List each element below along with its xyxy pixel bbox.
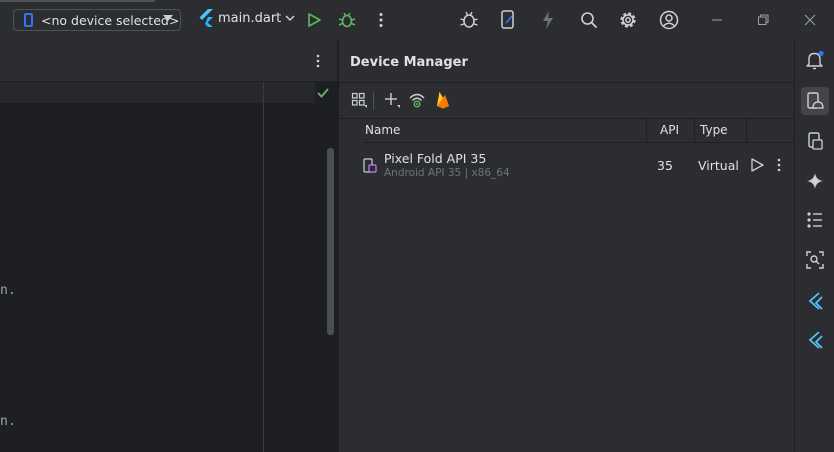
editor-scrollbar[interactable] <box>327 148 334 335</box>
device-type: Virtual <box>698 158 739 173</box>
device-mirror-icon <box>501 10 514 29</box>
account-button[interactable] <box>659 10 679 30</box>
restore-button[interactable] <box>753 10 773 30</box>
device-api-level: 35 <box>657 158 673 173</box>
structure-icon <box>807 212 822 228</box>
pair-wifi-button[interactable] <box>408 91 426 109</box>
debug-button[interactable] <box>337 10 357 30</box>
run-config-label: main.dart <box>218 10 282 26</box>
more-vert-icon[interactable] <box>773 157 785 173</box>
editor-content[interactable]: n. n. <box>0 82 337 452</box>
title-bar: <no device selected> main.dart <box>0 0 834 40</box>
device-selector-label: <no device selected> <box>41 12 180 28</box>
foldable-device-icon <box>363 158 377 173</box>
layout-inspector-tool-button[interactable] <box>804 249 826 271</box>
more-actions-button[interactable] <box>371 10 391 30</box>
device-selector[interactable]: <no device selected> <box>13 9 181 31</box>
device-table-header: Name API Type <box>363 118 794 143</box>
run-icon <box>308 13 321 27</box>
flutter-icon <box>199 9 213 27</box>
device-manager-toolbar <box>339 82 794 119</box>
minimize-icon <box>712 19 722 21</box>
group-by-button[interactable] <box>350 91 368 109</box>
column-separator[interactable] <box>746 118 747 142</box>
flutter-inspector-icon <box>808 292 823 310</box>
column-header-name[interactable]: Name <box>365 123 400 137</box>
firebase-test-lab-button[interactable] <box>434 91 452 109</box>
search-button[interactable] <box>579 10 599 30</box>
device-mirroring-button[interactable] <box>498 10 518 30</box>
notifications-button[interactable] <box>804 49 826 71</box>
start-device-icon[interactable] <box>749 157 765 173</box>
right-margin-guide <box>263 82 264 452</box>
flutter-outline-tool-button[interactable] <box>804 329 826 351</box>
device-details: Android API 35 | x86_64 <box>384 167 510 179</box>
bug-report-icon <box>460 11 478 28</box>
code-fragment: n. <box>0 283 16 298</box>
apply-changes-button[interactable] <box>538 10 558 30</box>
code-fragment: n. <box>0 414 16 429</box>
firebase-icon <box>437 92 449 109</box>
ai-sparkle-icon <box>807 173 823 189</box>
column-separator[interactable] <box>646 118 647 142</box>
close-button[interactable] <box>800 10 820 30</box>
column-header-type[interactable]: Type <box>700 123 728 137</box>
current-line-highlight <box>0 82 315 103</box>
flutter-inspector-tool-button[interactable] <box>804 290 826 312</box>
close-icon <box>804 14 816 26</box>
device-manager-panel: Device Manager Name API Type Pixel Fold … <box>339 40 794 452</box>
phone-icon <box>24 13 33 27</box>
restore-icon <box>758 14 769 25</box>
settings-icon <box>620 12 636 28</box>
wifi-pair-icon <box>409 93 425 108</box>
code-editor[interactable]: n. n. <box>0 40 337 452</box>
structure-tool-button[interactable] <box>804 209 826 231</box>
editor-options-button[interactable] <box>310 52 326 70</box>
group-icon <box>351 92 367 108</box>
add-device-button[interactable] <box>383 91 401 109</box>
running-devices-tool-button[interactable] <box>804 130 826 152</box>
run-button[interactable] <box>304 10 324 30</box>
settings-button[interactable] <box>618 10 638 30</box>
toolbar-separator <box>373 92 374 110</box>
column-header-api[interactable]: API <box>660 123 679 137</box>
run-config-selector[interactable]: main.dart <box>198 9 295 27</box>
account-icon <box>659 10 679 30</box>
editor-tab-bar <box>0 40 337 82</box>
add-icon <box>385 93 400 108</box>
check-icon <box>317 88 329 98</box>
column-separator[interactable] <box>694 118 695 142</box>
app-inspection-button[interactable] <box>459 10 479 30</box>
flutter-outline-icon <box>808 331 823 349</box>
layout-inspector-icon <box>806 251 824 269</box>
panel-title: Device Manager <box>350 55 468 70</box>
lightning-icon <box>543 11 553 29</box>
running-devices-icon <box>808 132 823 150</box>
right-tool-window-bar <box>794 40 834 452</box>
minimize-button[interactable] <box>707 10 727 30</box>
chevron-down-icon <box>285 15 295 22</box>
device-name: Pixel Fold API 35 <box>384 151 487 166</box>
caret-down-icon <box>163 15 173 21</box>
search-icon <box>581 12 598 29</box>
device-row[interactable]: Pixel Fold API 35 Android API 35 | x86_6… <box>363 146 794 184</box>
debug-icon <box>338 12 356 28</box>
more-vert-icon <box>379 13 383 27</box>
device-manager-icon <box>807 92 824 109</box>
gemini-tool-button[interactable] <box>804 170 826 192</box>
active-tab-indicator <box>0 0 155 2</box>
more-vert-icon <box>316 54 320 68</box>
bell-icon <box>806 50 824 70</box>
device-manager-tool-button[interactable] <box>801 87 829 115</box>
